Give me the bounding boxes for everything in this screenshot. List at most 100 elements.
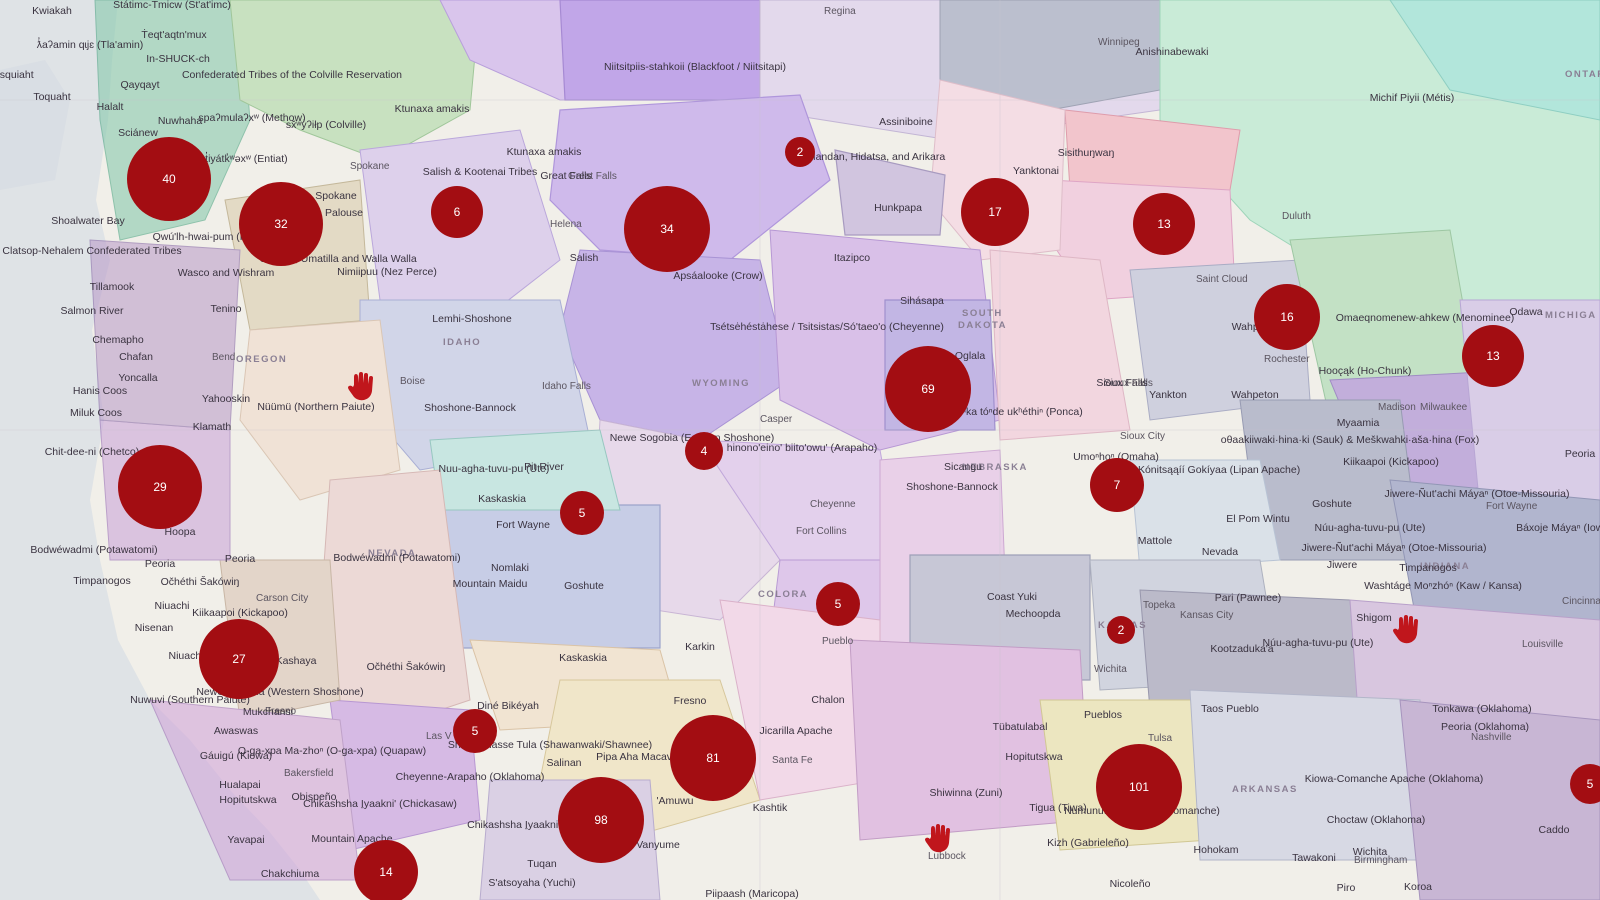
territory-label: Assiniboine [879,116,933,128]
territory-label: Shoshone-Bannock [906,481,998,493]
state-label: OREGON [236,354,287,365]
city-label: Boise [400,376,425,387]
city-label: Fort Collins [796,526,847,537]
territory-label: Spokane [315,190,357,202]
territory-label: Kiikaapoi (Kickapoo) [192,607,288,619]
territory-label: Mandan, Hidatsa, and Arikara [807,151,945,163]
territory-label: Koroa [1404,881,1432,893]
territory-label: Nicoleño [1110,878,1151,890]
territory-label: Wasco and Wishram [178,267,275,279]
territory-label: Kwiakah [32,5,72,17]
cluster-marker[interactable]: 98 [558,777,644,863]
territory-label: Yoncalla [118,372,157,384]
cluster-count: 101 [1129,780,1149,794]
cluster-marker[interactable]: 32 [239,182,323,266]
cluster-count: 16 [1280,310,1294,324]
territory-label: Wahpeton [1231,389,1279,401]
territory-label: ƛ̓aʔamin qɩjɛ (Tla'amin) [37,36,144,51]
cluster-marker[interactable]: 13 [1462,325,1524,387]
territory-label: Caddo [1539,824,1570,836]
territory-label: Great Falls [540,170,591,182]
territory-label: Núu-agha-tuvu-pu (Ute) [1315,522,1426,534]
cluster-marker[interactable]: 2 [785,137,815,167]
territory-blackfoot[interactable] [559,0,761,101]
state-label: MICHIGA [1545,310,1597,321]
cluster-marker[interactable]: 4 [685,432,723,470]
territory-label: Miluk Coos [70,407,122,419]
territory-label: Mountain Maidu [453,578,528,590]
territory-label: Yahooskin [202,393,250,405]
map-canvas[interactable]: OREGON IDAHO WYOMING SOUTH DAKOTA NEBRAS… [0,0,1600,900]
territory-label: Vanyume [636,839,680,851]
cluster-marker[interactable]: 5 [560,491,604,535]
territory-label: Ktunaxa amakis [395,103,470,115]
territory-label: Odawa [1509,306,1542,318]
native-land-map[interactable]: OREGON IDAHO WYOMING SOUTH DAKOTA NEBRAS… [0,0,1600,900]
territory-label: Chikashsha I̱yaakni' (Chickasaw) [303,798,457,810]
territory-label: Yanktonai [1013,165,1059,177]
territory-label: Michif Piyii (Métis) [1370,92,1455,104]
territory-label: Gáuigú (Kiowa) [200,750,272,762]
territory-label: Tillamook [90,281,135,293]
cluster-marker[interactable]: 6 [431,186,483,238]
territory-label: El Pom Wintu [1226,513,1290,525]
cluster-count: 98 [594,813,608,827]
territory-label: Cheyenne-Arapaho (Oklahoma) [396,771,545,783]
cluster-count: 5 [579,506,586,520]
territory-label: Bodwéwadmi (Potawatomi) [333,552,460,564]
cluster-marker[interactable]: 34 [624,186,710,272]
territory-label: Hanis Coos [73,385,127,397]
cluster-marker[interactable]: 13 [1133,193,1195,255]
territory-ute-goshute[interactable] [439,504,661,649]
territory-label: Peoria [1565,448,1596,460]
territory-label: Nomlaki [491,562,529,574]
cluster-marker[interactable]: 7 [1090,458,1144,512]
territory-label: Kiikaapoi (Kickapoo) [1343,456,1439,468]
cluster-marker[interactable]: 27 [199,619,279,699]
city-label: Santa Fe [772,755,813,766]
territory-label: Coast Yuki [987,591,1037,603]
territory-label: Goshute [564,580,604,592]
cluster-marker[interactable]: 69 [885,346,971,432]
territory-label: Kizh (Gabrieleño) [1047,837,1129,849]
territory-label: Salmon River [60,305,124,317]
cluster-marker[interactable]: 2 [1107,616,1135,644]
territory-label: Ṫeqt'aqtn'mux [141,28,207,41]
territory-label: Mattole [1138,535,1173,547]
territory-label: Sciánew [118,127,158,139]
territory-label: Clatsop-Nehalem Confederated Tribes [2,245,181,257]
city-label: Saint Cloud [1196,274,1248,285]
territory-label: Taos Pueblo [1201,703,1259,715]
cluster-marker[interactable]: 40 [127,137,211,221]
city-label: Casper [760,414,793,425]
territory-label: Nuwhaha [158,115,203,127]
territory-label: Kiowa-Comanche Apache (Oklahoma) [1305,773,1484,785]
cluster-marker[interactable]: 81 [670,715,756,801]
city-label: Sioux City [1120,431,1165,442]
cluster-count: 5 [472,724,479,738]
state-label: WYOMING [692,378,750,389]
territory-label: Timpanogos [73,575,130,587]
territory-label: Sioux Falls [1096,377,1147,389]
territory-label: Báxoje Máyaⁿ (Ioway) [1516,522,1600,534]
territory-label: Sihásapa [900,295,944,307]
cluster-marker[interactable]: 16 [1254,284,1320,350]
city-label: Rochester [1264,354,1310,365]
cluster-marker[interactable]: 17 [961,178,1029,246]
cluster-marker[interactable]: 101 [1096,744,1182,830]
territory-label: Pari (Pawnee) [1215,592,1282,604]
territory-label: Apsáalooke (Crow) [673,270,762,282]
cluster-marker[interactable]: 5 [816,582,860,626]
territory-label: Halalt [97,101,124,113]
city-label: Regina [824,6,856,17]
cluster-count: 14 [379,865,393,879]
territory-label: Choctaw (Oklahoma) [1327,814,1426,826]
city-label: Idaho Falls [542,381,591,392]
territory-label: Sicangu [944,461,982,473]
territory-label: Očhéthi Šakówiŋ [161,575,240,588]
territory-label: Jiwere-Ñut'achi Máyaⁿ (Otoe-Missouria) [1302,541,1487,554]
territory-label: Lemhi-Shoshone [432,313,512,325]
state-label: ONTAR [1565,69,1600,80]
cluster-marker[interactable]: 29 [118,445,202,529]
cluster-marker[interactable]: 5 [453,709,497,753]
